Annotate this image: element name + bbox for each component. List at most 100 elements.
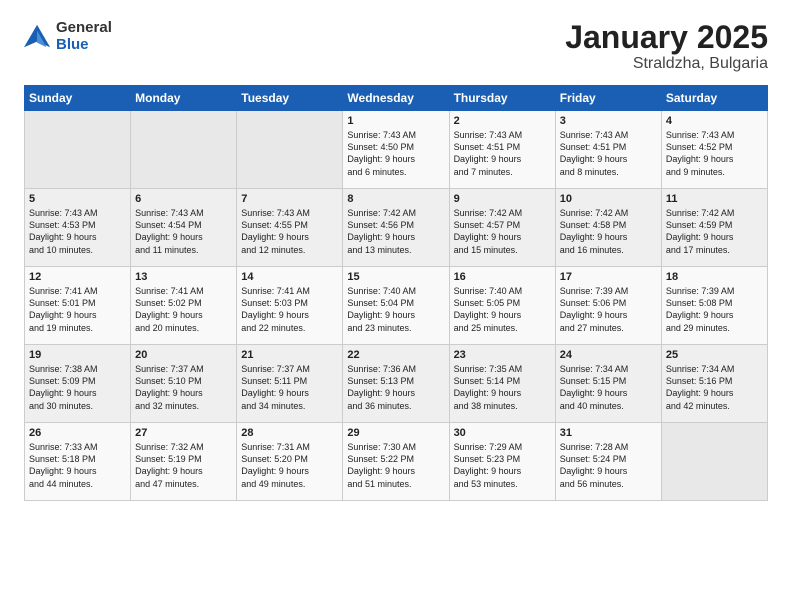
calendar-week-1: 1Sunrise: 7:43 AM Sunset: 4:50 PM Daylig… (25, 111, 768, 189)
logo-icon (24, 23, 52, 51)
logo-blue-text: Blue (56, 37, 112, 54)
day-details: Sunrise: 7:43 AM Sunset: 4:51 PM Dayligh… (454, 129, 551, 178)
calendar-cell: 14 Sunrise: 7:41 AM Sunset: 5:03 PM Dayli… (237, 267, 343, 345)
day-number: 26 (29, 427, 126, 439)
day-number: 5 (29, 193, 126, 205)
day-number: 2 (454, 115, 551, 127)
calendar-cell: 11Sunrise: 7:42 AM Sunset: 4:59 PM Dayli… (661, 189, 767, 267)
calendar-cell: 21 Sunrise: 7:37 AM Sunset: 5:11 PM Dayli… (237, 345, 343, 423)
calendar-cell: 2 Sunrise: 7:43 AM Sunset: 4:51 PM Daylig… (449, 111, 555, 189)
calendar-cell: 26 Sunrise: 7:33 AM Sunset: 5:18 PM Dayli… (25, 423, 131, 501)
day-number: 3 (560, 115, 657, 127)
calendar-cell: 10 Sunrise: 7:42 AM Sunset: 4:58 PM Dayli… (555, 189, 661, 267)
calendar-cell: 22Sunrise: 7:36 AM Sunset: 5:13 PM Dayli… (343, 345, 449, 423)
day-header-wednesday: Wednesday (343, 86, 449, 111)
day-details: Sunrise: 7:37 AM Sunset: 5:10 PM Dayligh… (135, 363, 232, 412)
day-number: 16 (454, 271, 551, 283)
calendar-cell: 24Sunrise: 7:34 AM Sunset: 5:15 PM Dayli… (555, 345, 661, 423)
day-number: 23 (454, 349, 551, 361)
calendar-cell: 28 Sunrise: 7:31 AM Sunset: 5:20 PM Dayli… (237, 423, 343, 501)
calendar-cell: 7Sunrise: 7:43 AM Sunset: 4:55 PM Daylig… (237, 189, 343, 267)
day-details: Sunrise: 7:31 AM Sunset: 5:20 PM Dayligh… (241, 441, 338, 490)
day-number: 9 (454, 193, 551, 205)
day-details: Sunrise: 7:36 AM Sunset: 5:13 PM Dayligh… (347, 363, 444, 412)
day-details: Sunrise: 7:43 AM Sunset: 4:51 PM Dayligh… (560, 129, 657, 178)
calendar-cell: 20Sunrise: 7:37 AM Sunset: 5:10 PM Dayli… (131, 345, 237, 423)
calendar-cell: 4 Sunrise: 7:43 AM Sunset: 4:52 PM Daylig… (661, 111, 767, 189)
day-details: Sunrise: 7:43 AM Sunset: 4:55 PM Dayligh… (241, 207, 338, 256)
day-details: Sunrise: 7:28 AM Sunset: 5:24 PM Dayligh… (560, 441, 657, 490)
calendar-cell: 13 Sunrise: 7:41 AM Sunset: 5:02 PM Dayli… (131, 267, 237, 345)
logo-general-text: General (56, 20, 112, 37)
calendar-title: January 2025 (565, 20, 768, 55)
day-details: Sunrise: 7:38 AM Sunset: 5:09 PM Dayligh… (29, 363, 126, 412)
calendar-cell: 19 Sunrise: 7:38 AM Sunset: 5:09 PM Dayli… (25, 345, 131, 423)
logo-text: General Blue (56, 20, 112, 53)
day-number: 29 (347, 427, 444, 439)
day-details: Sunrise: 7:37 AM Sunset: 5:11 PM Dayligh… (241, 363, 338, 412)
day-number: 28 (241, 427, 338, 439)
calendar-cell: 15 Sunrise: 7:40 AM Sunset: 5:04 PM Dayli… (343, 267, 449, 345)
day-details: Sunrise: 7:39 AM Sunset: 5:06 PM Dayligh… (560, 285, 657, 334)
day-details: Sunrise: 7:42 AM Sunset: 4:58 PM Dayligh… (560, 207, 657, 256)
calendar-table: SundayMondayTuesdayWednesdayThursdayFrid… (24, 85, 768, 501)
calendar-cell: 30Sunrise: 7:29 AM Sunset: 5:23 PM Dayli… (449, 423, 555, 501)
day-number: 31 (560, 427, 657, 439)
calendar-cell: 25Sunrise: 7:34 AM Sunset: 5:16 PM Dayli… (661, 345, 767, 423)
day-details: Sunrise: 7:43 AM Sunset: 4:53 PM Dayligh… (29, 207, 126, 256)
calendar-cell: 1Sunrise: 7:43 AM Sunset: 4:50 PM Daylig… (343, 111, 449, 189)
day-details: Sunrise: 7:43 AM Sunset: 4:52 PM Dayligh… (666, 129, 763, 178)
calendar-location: Straldzha, Bulgaria (565, 55, 768, 73)
day-details: Sunrise: 7:42 AM Sunset: 4:56 PM Dayligh… (347, 207, 444, 256)
day-details: Sunrise: 7:32 AM Sunset: 5:19 PM Dayligh… (135, 441, 232, 490)
day-details: Sunrise: 7:42 AM Sunset: 4:59 PM Dayligh… (666, 207, 763, 256)
calendar-cell: 6Sunrise: 7:43 AM Sunset: 4:54 PM Daylig… (131, 189, 237, 267)
calendar-cell: 5 Sunrise: 7:43 AM Sunset: 4:53 PM Daylig… (25, 189, 131, 267)
calendar-cell: 3 Sunrise: 7:43 AM Sunset: 4:51 PM Daylig… (555, 111, 661, 189)
calendar-cell: 16Sunrise: 7:40 AM Sunset: 5:05 PM Dayli… (449, 267, 555, 345)
day-number: 6 (135, 193, 232, 205)
day-number: 13 (135, 271, 232, 283)
calendar-cell: 12 Sunrise: 7:41 AM Sunset: 5:01 PM Dayli… (25, 267, 131, 345)
day-number: 4 (666, 115, 763, 127)
day-number: 17 (560, 271, 657, 283)
day-number: 12 (29, 271, 126, 283)
header: General Blue January 2025 Straldzha, Bul… (24, 20, 768, 73)
day-number: 30 (454, 427, 551, 439)
day-details: Sunrise: 7:33 AM Sunset: 5:18 PM Dayligh… (29, 441, 126, 490)
day-details: Sunrise: 7:30 AM Sunset: 5:22 PM Dayligh… (347, 441, 444, 490)
day-number: 24 (560, 349, 657, 361)
calendar-cell: 31 Sunrise: 7:28 AM Sunset: 5:24 PM Dayli… (555, 423, 661, 501)
day-header-monday: Monday (131, 86, 237, 111)
calendar-cell (661, 423, 767, 501)
day-details: Sunrise: 7:43 AM Sunset: 4:50 PM Dayligh… (347, 129, 444, 178)
calendar-cell: 9 Sunrise: 7:42 AM Sunset: 4:57 PM Daylig… (449, 189, 555, 267)
calendar-cell: 8Sunrise: 7:42 AM Sunset: 4:56 PM Daylig… (343, 189, 449, 267)
day-header-tuesday: Tuesday (237, 86, 343, 111)
calendar-week-5: 26 Sunrise: 7:33 AM Sunset: 5:18 PM Dayli… (25, 423, 768, 501)
day-number: 21 (241, 349, 338, 361)
day-number: 27 (135, 427, 232, 439)
day-number: 15 (347, 271, 444, 283)
calendar-header-row: SundayMondayTuesdayWednesdayThursdayFrid… (25, 86, 768, 111)
day-number: 19 (29, 349, 126, 361)
day-details: Sunrise: 7:41 AM Sunset: 5:03 PM Dayligh… (241, 285, 338, 334)
title-block: January 2025 Straldzha, Bulgaria (565, 20, 768, 73)
calendar-cell: 18Sunrise: 7:39 AM Sunset: 5:08 PM Dayli… (661, 267, 767, 345)
logo: General Blue (24, 20, 112, 53)
day-header-sunday: Sunday (25, 86, 131, 111)
page: General Blue January 2025 Straldzha, Bul… (0, 0, 792, 612)
calendar-cell (131, 111, 237, 189)
day-details: Sunrise: 7:42 AM Sunset: 4:57 PM Dayligh… (454, 207, 551, 256)
calendar-cell: 29 Sunrise: 7:30 AM Sunset: 5:22 PM Dayli… (343, 423, 449, 501)
calendar-week-2: 5 Sunrise: 7:43 AM Sunset: 4:53 PM Daylig… (25, 189, 768, 267)
day-number: 18 (666, 271, 763, 283)
day-number: 14 (241, 271, 338, 283)
day-header-thursday: Thursday (449, 86, 555, 111)
day-details: Sunrise: 7:41 AM Sunset: 5:01 PM Dayligh… (29, 285, 126, 334)
day-details: Sunrise: 7:41 AM Sunset: 5:02 PM Dayligh… (135, 285, 232, 334)
calendar-cell: 27 Sunrise: 7:32 AM Sunset: 5:19 PM Dayli… (131, 423, 237, 501)
day-number: 10 (560, 193, 657, 205)
day-details: Sunrise: 7:40 AM Sunset: 5:04 PM Dayligh… (347, 285, 444, 334)
calendar-cell (25, 111, 131, 189)
